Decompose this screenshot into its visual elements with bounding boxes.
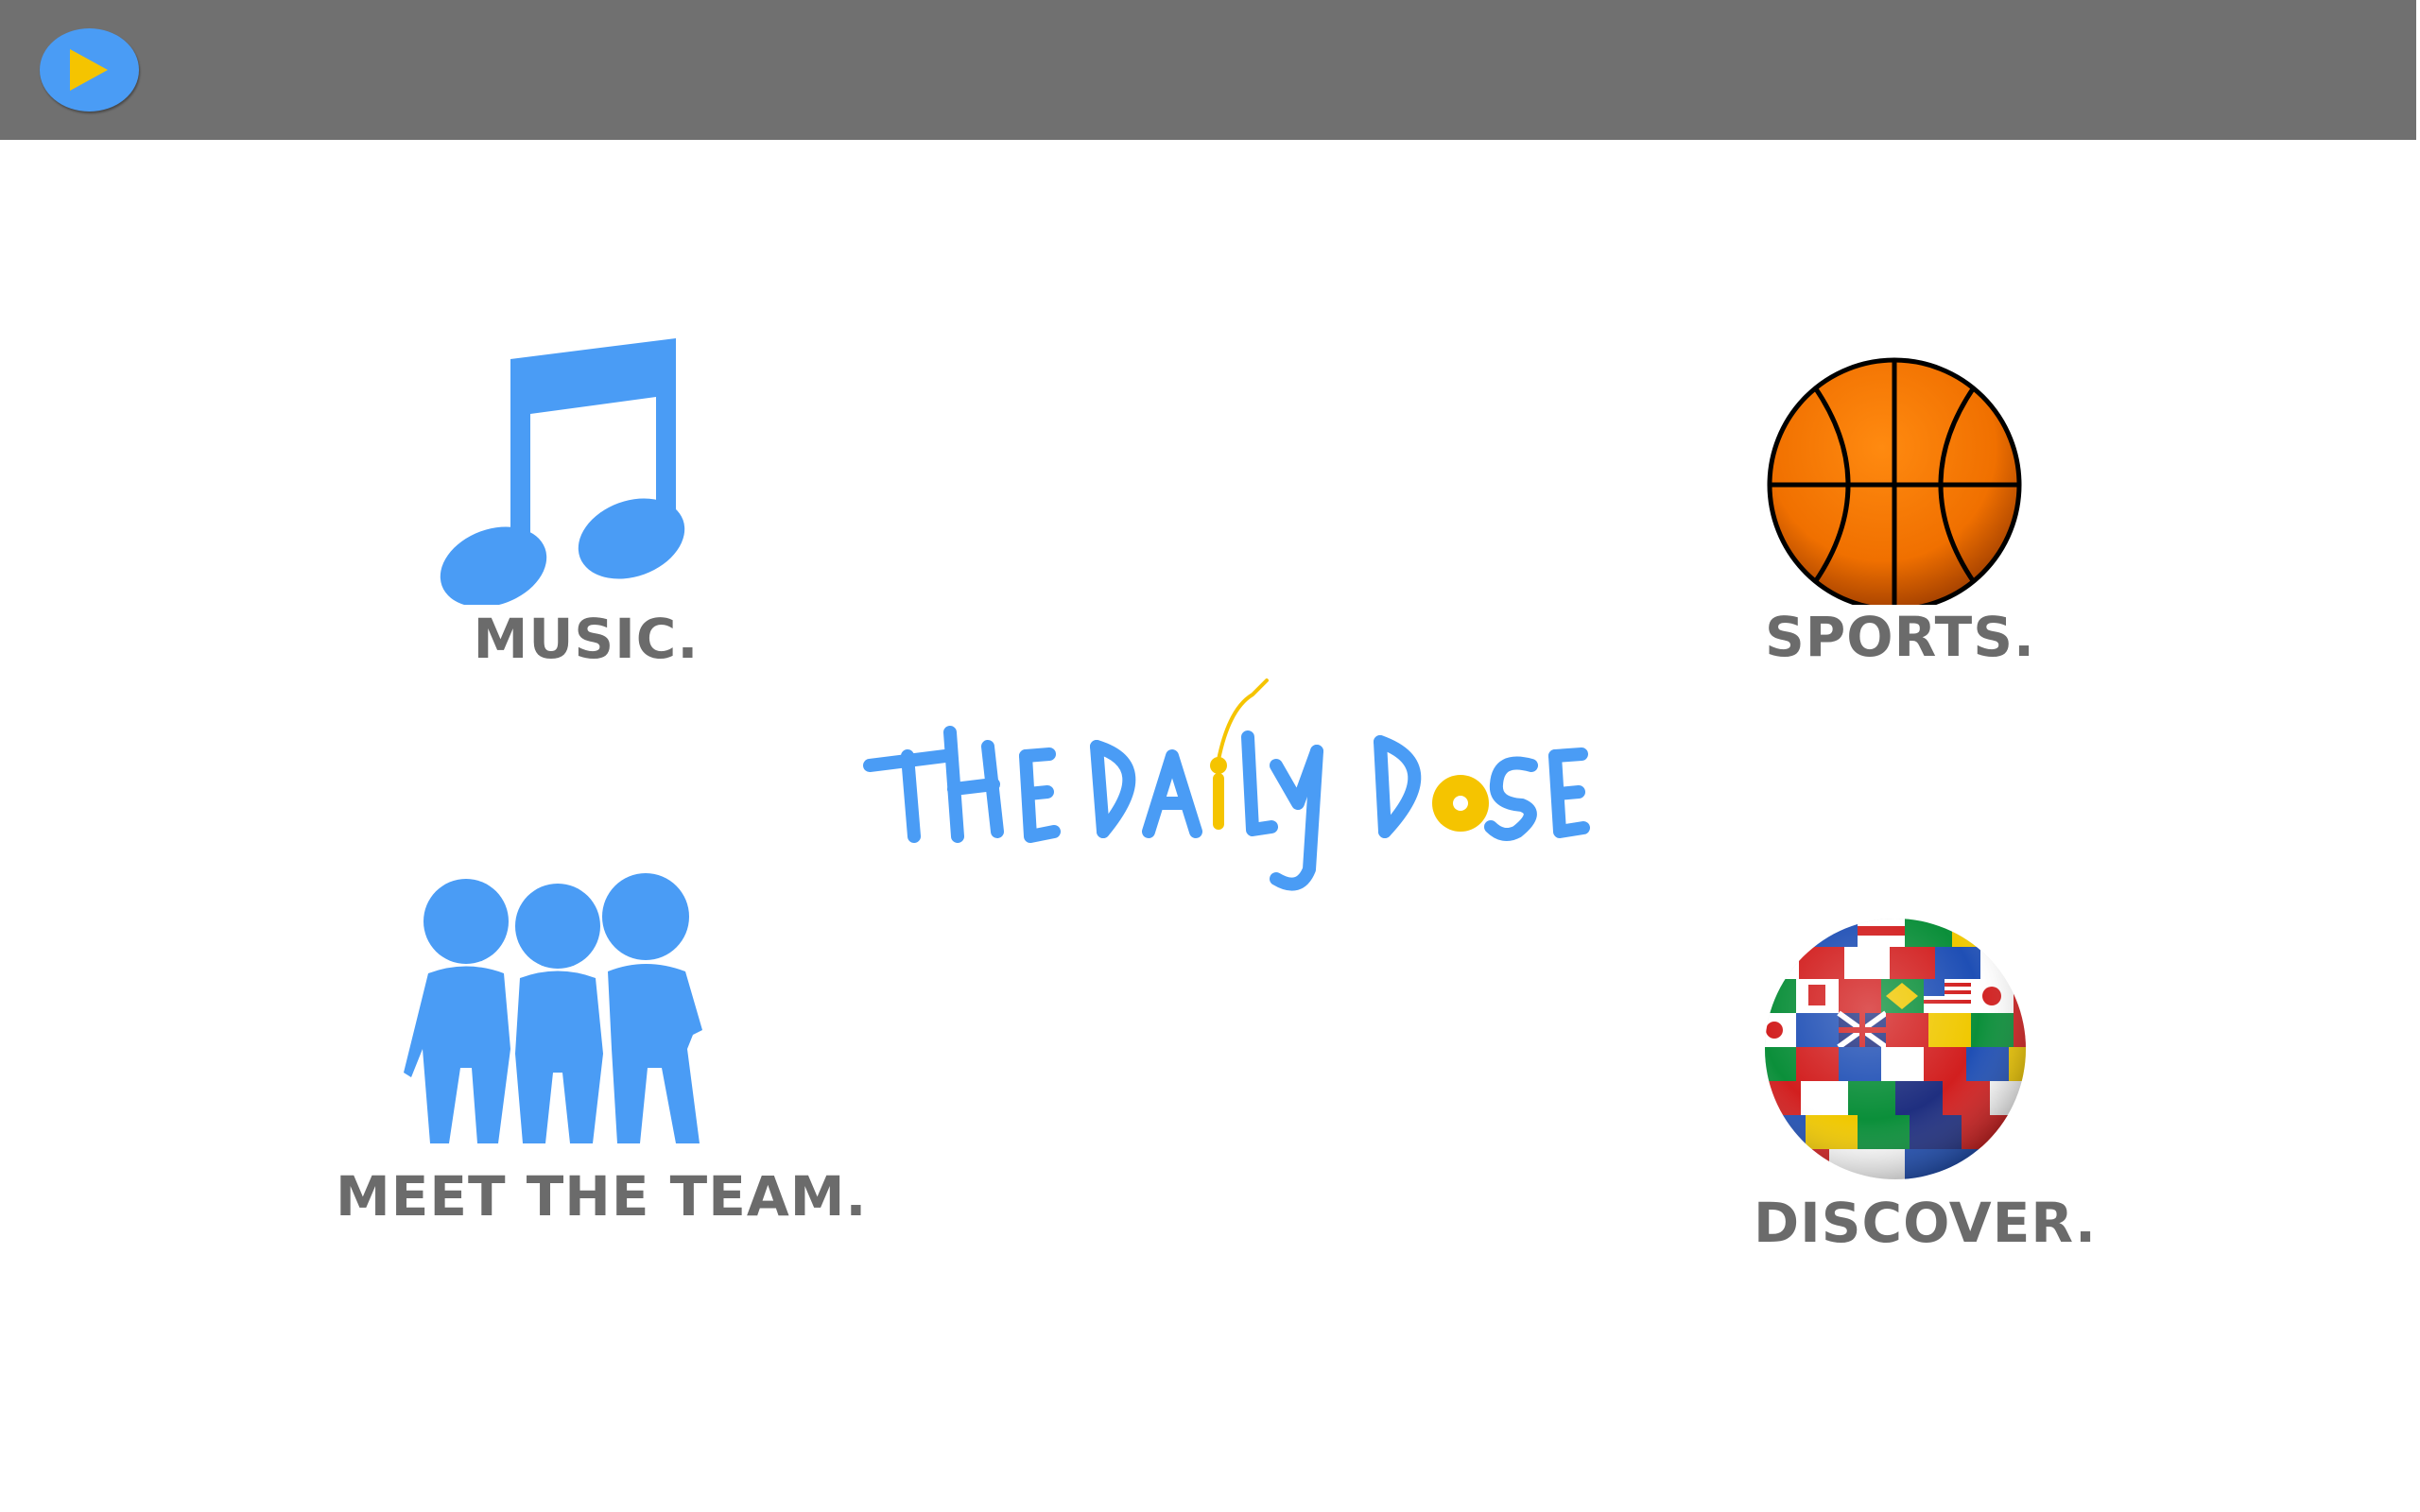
music-note-icon bbox=[440, 338, 685, 605]
play-button[interactable] bbox=[40, 28, 139, 112]
logo-graphic bbox=[863, 679, 1590, 891]
music-label: MUSIC. bbox=[473, 607, 700, 671]
meet-the-team-label: MEET THE TEAM. bbox=[336, 1164, 868, 1228]
people-icon bbox=[404, 873, 702, 1143]
logo bbox=[856, 662, 1650, 907]
discover-link[interactable]: DISCOVER. bbox=[1754, 917, 2098, 1266]
sports-link[interactable]: SPORTS. bbox=[1758, 350, 2042, 690]
discover-label: DISCOVER. bbox=[1754, 1191, 2098, 1255]
music-link[interactable]: MUSIC. bbox=[435, 331, 737, 680]
play-icon bbox=[70, 49, 108, 91]
meet-the-team-link[interactable]: MEET THE TEAM. bbox=[336, 869, 868, 1238]
world-flags-globe-icon bbox=[1765, 919, 2026, 1179]
top-bar bbox=[0, 0, 2416, 140]
basketball-icon bbox=[1767, 357, 2022, 605]
sports-label: SPORTS. bbox=[1764, 605, 2035, 669]
